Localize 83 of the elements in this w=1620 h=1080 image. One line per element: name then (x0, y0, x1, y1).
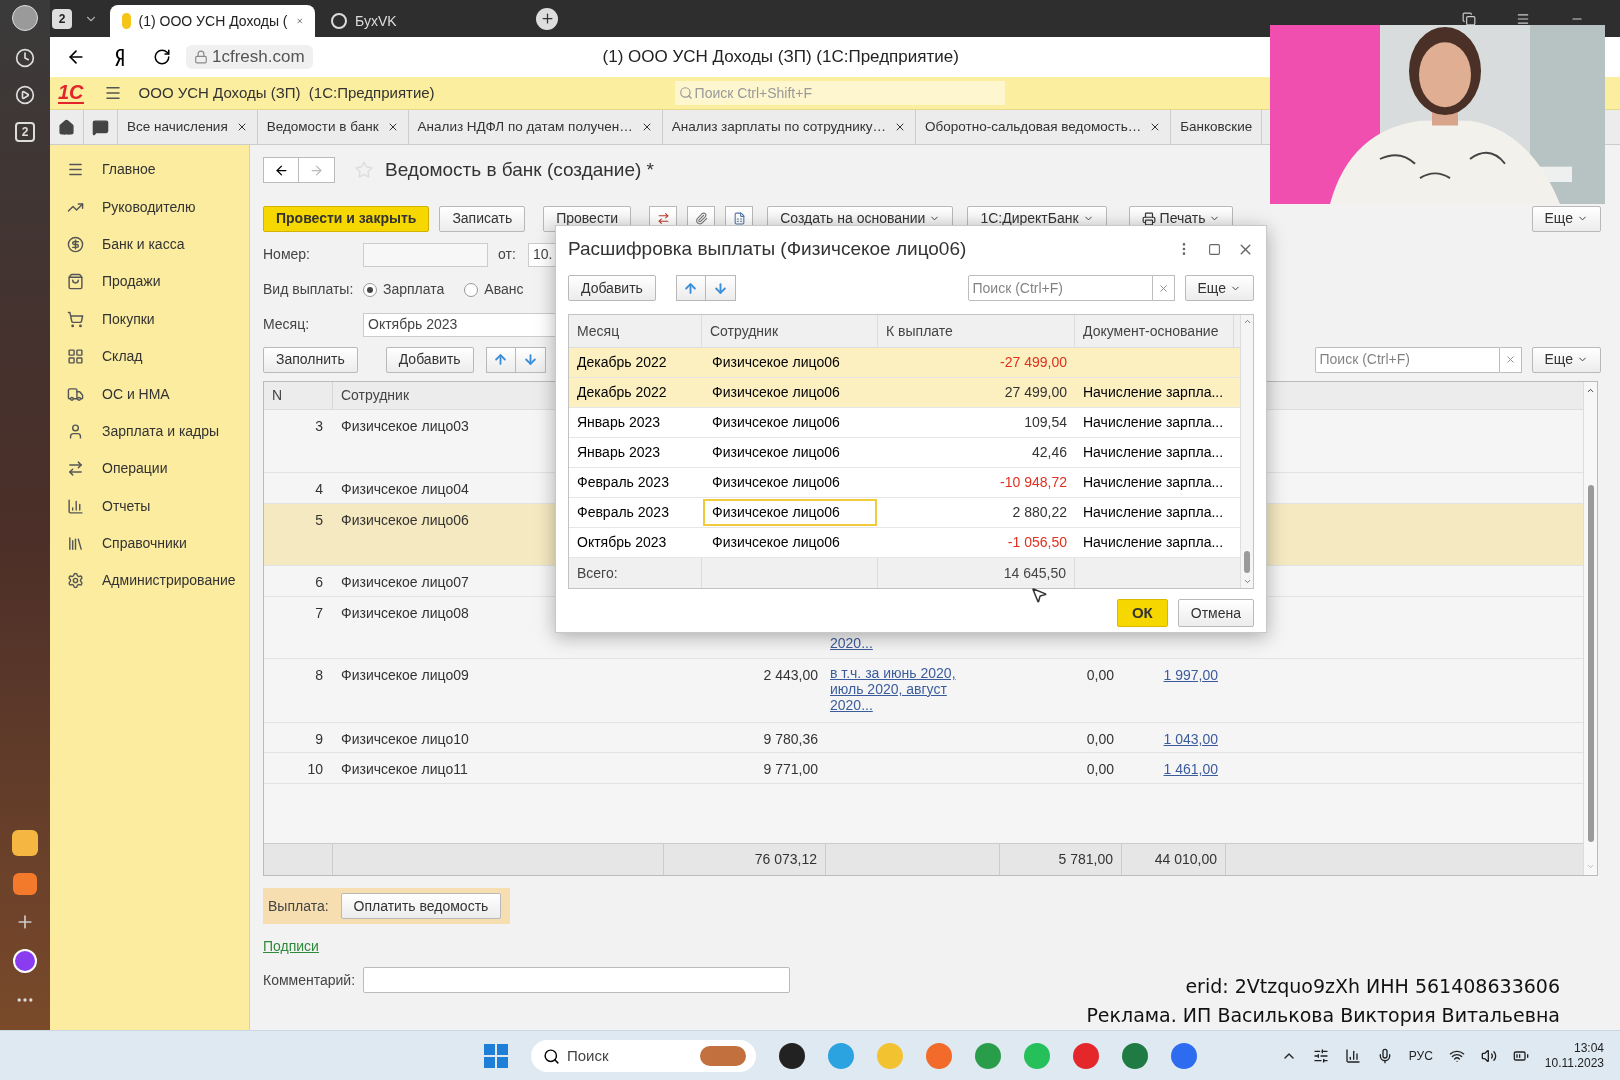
table-cell-text: Начисление зарпла... (1083, 473, 1224, 492)
table-cell-text: 2 880,22 (1012, 503, 1067, 522)
table-cell-text: Декабрь 2022 (577, 353, 667, 372)
table-cell-text: Физичсекое лицо06 (711, 413, 841, 432)
table-cell: 8 (315, 667, 323, 683)
table-cell: Физичсекое лицо11 (341, 761, 468, 777)
tab-title: Анализ зарплаты по сотруднику… (671, 117, 887, 136)
table-cell-text: Физичсекое лицо06 (711, 383, 841, 402)
table-cell: 0,00 (1086, 731, 1114, 747)
total-value: 5 781,00 (1058, 850, 1113, 869)
column-header: Сотрудник (710, 321, 778, 341)
total-label: Всего: (577, 563, 618, 583)
tab-title: (1) ООО УСН Доходы ( (138, 11, 288, 31)
tab-title: БухVK (355, 11, 398, 31)
tab-title: Банковские (1180, 117, 1253, 136)
table-cell: Физичсекое лицо07 (341, 574, 469, 590)
table-cell: Физичсекое лицо06 (341, 512, 469, 528)
field-label: Месяц: (263, 315, 311, 334)
column-header: Документ-основание (1083, 321, 1219, 341)
table-cell-text: Физичсекое лицо06 (711, 443, 841, 462)
table-cell-text: Февраль 2023 (577, 473, 669, 492)
tab-title: Анализ НДФЛ по датам получен… (417, 117, 633, 136)
table-cell-text: -1 056,50 (1007, 533, 1067, 552)
ad-text: Реклама. ИП Василькова Виктория Витальевна (1086, 1003, 1560, 1028)
document-title: Ведомость в банк (создание) * (385, 157, 654, 182)
column-header: N (272, 386, 283, 405)
table-cell-text: Начисление зарпла... (1083, 533, 1224, 552)
table-cell: 9 (315, 731, 323, 747)
field-label: Комментарий: (263, 970, 357, 990)
tab-title: Все начисления (127, 117, 228, 136)
table-cell: 5 (315, 512, 323, 528)
table-cell: 7 (315, 605, 323, 621)
column-header: К выплате (886, 321, 953, 341)
table-cell-text: Физичсекое лицо06 (711, 353, 841, 372)
table-cell-text: Физичсекое лицо06 (711, 533, 841, 552)
table-cell: 6 (315, 574, 323, 590)
column-header: Месяц (577, 321, 620, 341)
table-cell: 3 (315, 418, 323, 434)
table-cell-text: Январь 2023 (577, 413, 661, 432)
tab-title: Оборотно-сальдовая ведомость… (925, 117, 1142, 136)
total-value: 14 645,50 (1003, 563, 1066, 583)
clock-date: 10.11.2023 (1544, 1055, 1604, 1071)
table-cell: 4 (315, 481, 323, 497)
table-cell: Физичсекое лицо04 (341, 481, 469, 497)
table-cell: Физичсекое лицо06 (703, 499, 877, 526)
field-label: Выплата: (268, 896, 329, 916)
app-title: ООО УСН Доходы (ЗП) (1С:Предприятие) (138, 82, 435, 103)
field-label: Вид выплаты: (263, 280, 355, 299)
table-cell-text: 42,46 (1031, 443, 1067, 462)
table-cell: 0,00 (1086, 761, 1114, 777)
table-cell-text: Начисление зарпла... (1083, 413, 1224, 432)
ad-text: erid: 2Vtzquo9zXh ИНН 561408633606 (1185, 974, 1560, 999)
app-logo: 1С (58, 82, 84, 104)
table-cell-text: Начисление зарпла... (1083, 503, 1224, 522)
table-cell: Физичсекое лицо08 (341, 605, 469, 621)
table-cell-text: Начисление зарпла... (1083, 443, 1224, 462)
dialog-title: Расшифровка выплаты (Физичсекое лицо06) (568, 236, 968, 261)
column-header: Сотрудник (341, 386, 409, 405)
table-cell: Физичсекое лицо10 (341, 731, 469, 747)
table-cell: 10 (307, 761, 323, 777)
table-cell-text: -27 499,00 (1000, 353, 1067, 372)
table-cell-text: Декабрь 2022 (577, 383, 667, 402)
total-value: 76 073,12 (754, 850, 817, 869)
table-cell-text: Физичсекое лицо06 (711, 473, 841, 492)
table-cell-text: Октябрь 2023 (577, 533, 667, 552)
tab-title: Ведомости в банк (266, 117, 379, 136)
table-cell-text: 27 499,00 (1004, 383, 1067, 402)
table-cell: 9 771,00 (763, 761, 818, 777)
table-cell: 0,00 (1086, 667, 1114, 683)
table-cell: Физичсекое лицо09 (341, 667, 469, 683)
field-label: от: (498, 245, 517, 264)
field-label: Номер: (263, 245, 311, 264)
page-title: (1) ООО УСН Доходы (ЗП) (1С:Предприятие) (602, 46, 959, 69)
table-cell: Физичсекое лицо03 (341, 418, 469, 434)
total-value: 44 010,00 (1154, 850, 1217, 869)
table-cell: 9 780,36 (763, 731, 818, 747)
table-cell-text: 109,54 (1024, 413, 1067, 432)
clock-time: 13:04 (1573, 1040, 1604, 1056)
table-cell-text: Февраль 2023 (577, 503, 669, 522)
table-cell: 2 443,00 (763, 667, 818, 683)
table-cell-text: Начисление зарпла... (1083, 383, 1224, 402)
table-cell-text: Январь 2023 (577, 443, 661, 462)
table-cell-text: -10 948,72 (1000, 473, 1067, 492)
